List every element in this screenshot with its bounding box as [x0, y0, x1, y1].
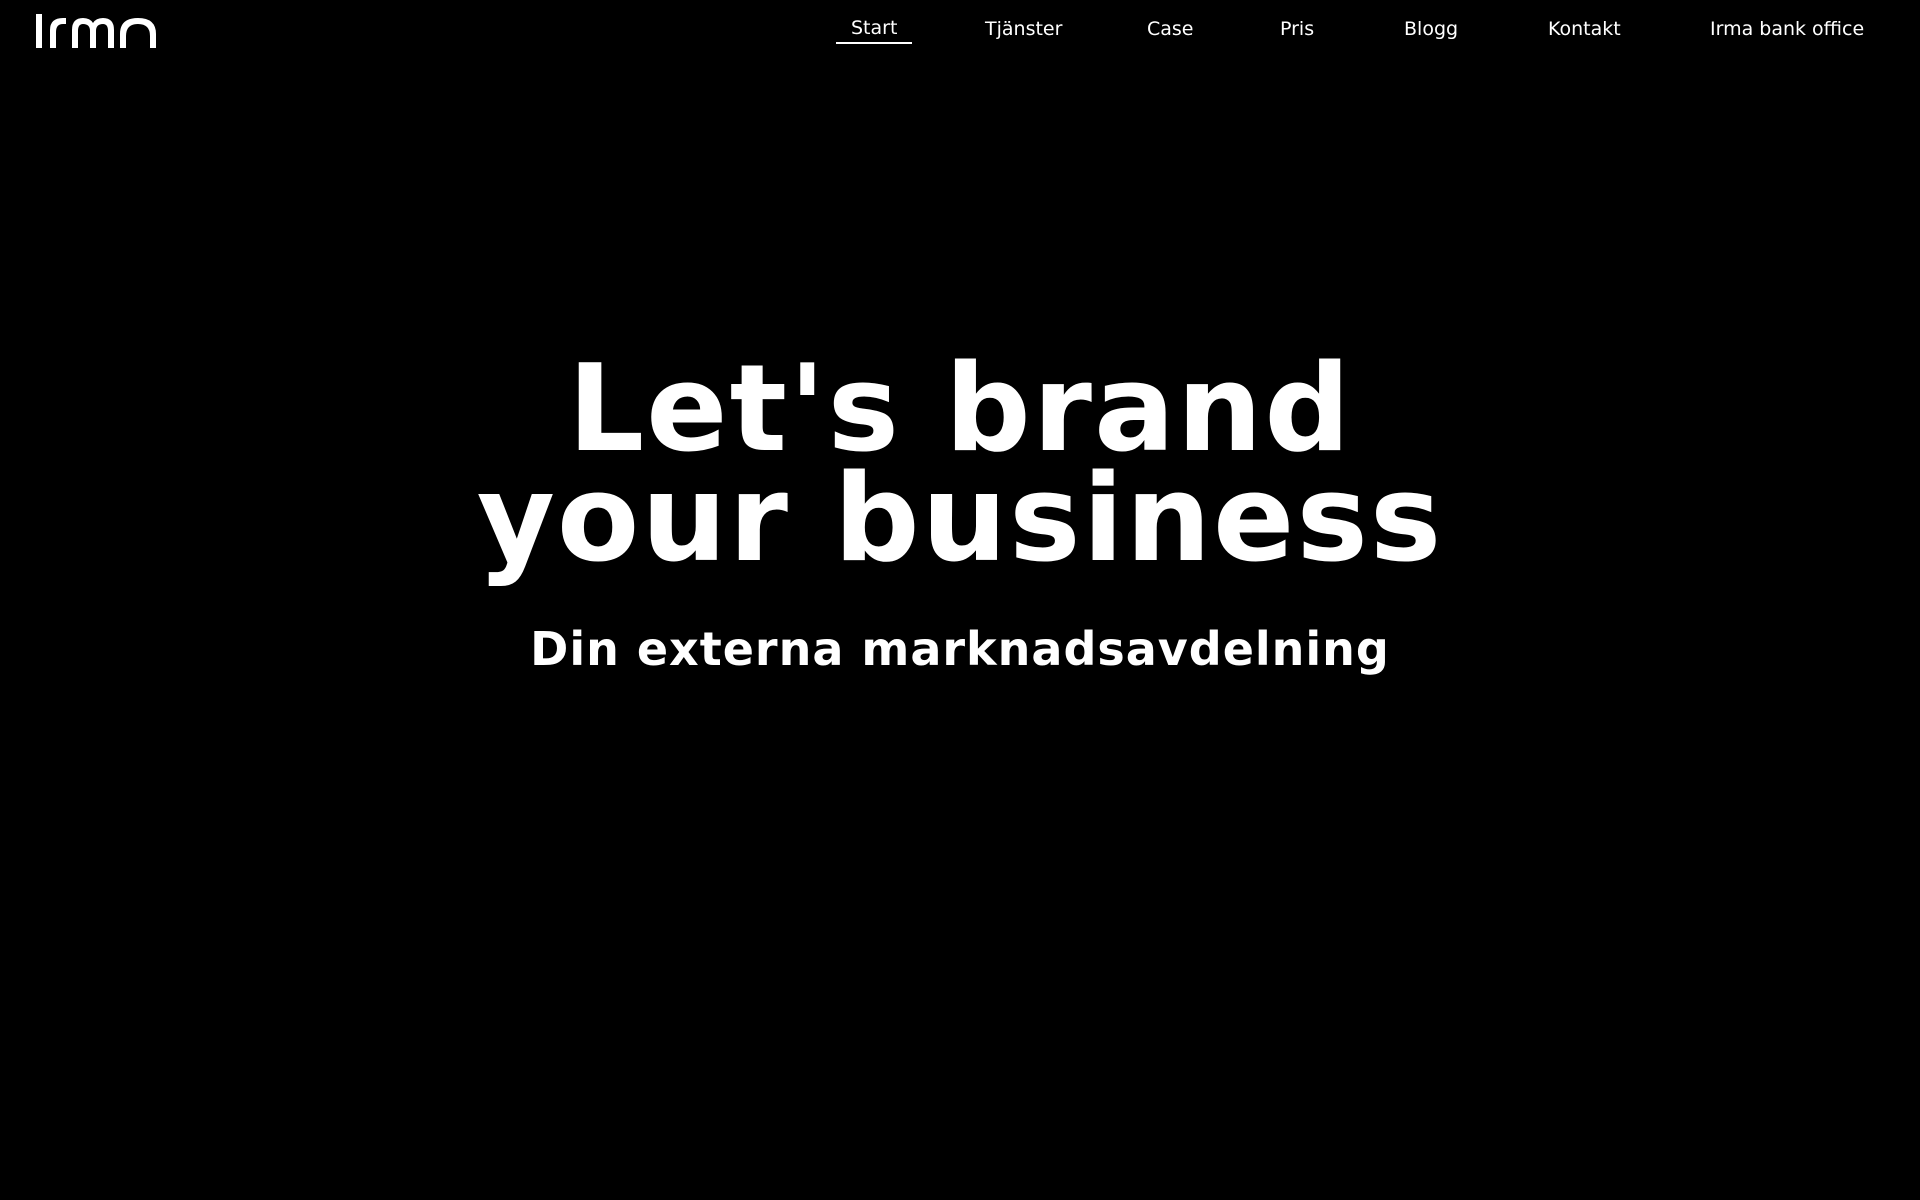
nav-item-label: Blogg — [1404, 18, 1459, 40]
nav-item-case[interactable]: Case — [1147, 17, 1194, 45]
nav-item-label: Start — [851, 17, 898, 39]
hero-section: Let's brand your business Din externa ma… — [0, 340, 1920, 677]
nav-item-label: Irma bank office — [1710, 18, 1865, 40]
hero-title: Let's brand your business — [0, 340, 1920, 589]
nav-item-label: Tjänster — [985, 18, 1063, 40]
main-nav: Start Tjänster Case Pris Blogg Kontakt I… — [0, 0, 1920, 64]
nav-item-pris[interactable]: Pris — [1280, 17, 1314, 45]
site-header: Start Tjänster Case Pris Blogg Kontakt I… — [0, 0, 1920, 64]
hero-subtitle: Din externa marknadsavdelning — [530, 622, 1390, 676]
hero-title-line-1: Let's brand — [567, 340, 1353, 479]
page: Start Tjänster Case Pris Blogg Kontakt I… — [0, 0, 1920, 1200]
nav-item-label: Pris — [1280, 18, 1315, 40]
nav-item-label: Kontakt — [1548, 18, 1621, 40]
nav-item-blogg[interactable]: Blogg — [1404, 17, 1458, 45]
nav-item-irma-bank-office[interactable]: Irma bank office — [1710, 17, 1864, 45]
hero-title-line-2: your business — [476, 450, 1444, 589]
nav-item-kontakt[interactable]: Kontakt — [1548, 17, 1621, 45]
nav-item-label: Case — [1147, 18, 1194, 40]
nav-item-tjanster[interactable]: Tjänster — [985, 17, 1062, 45]
nav-item-start[interactable]: Start — [836, 16, 913, 44]
